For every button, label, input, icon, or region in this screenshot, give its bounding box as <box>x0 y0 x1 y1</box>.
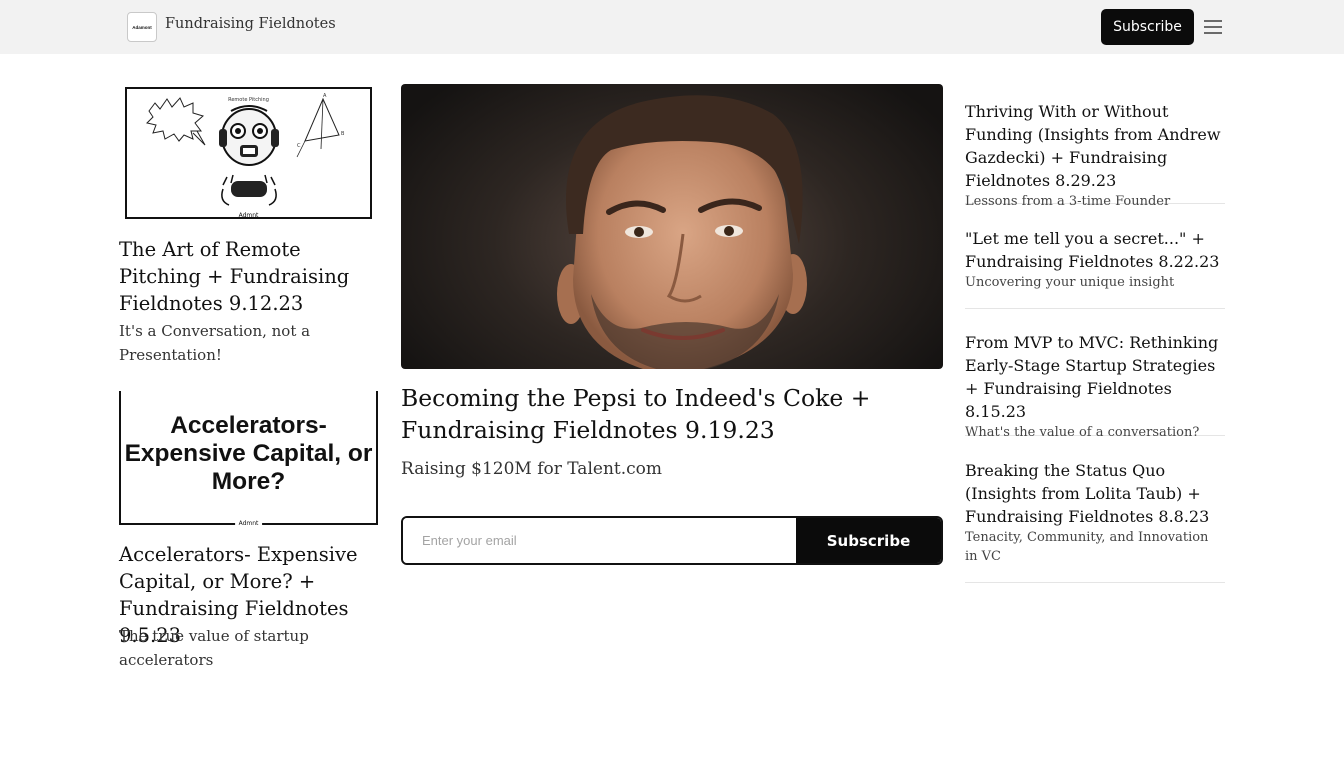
sidebar-post-title[interactable]: Thriving With or Without Funding (Insigh… <box>965 100 1225 192</box>
thumbnail-text: Accelerators- Expensive Capital, or More… <box>124 412 373 495</box>
form-subscribe-button[interactable]: Subscribe <box>796 518 941 563</box>
publication-logo[interactable]: Adamont <box>127 12 157 42</box>
site-header: Adamont Fundraising Fieldnotes Subscribe <box>0 0 1344 54</box>
publication-name[interactable]: Fundraising Fieldnotes <box>165 16 336 32</box>
sidebar-post[interactable]: Breaking the Status Quo (Insights from L… <box>965 459 1225 583</box>
post-subtitle: It's a Conversation, not a Presentation! <box>119 322 311 364</box>
email-input[interactable] <box>403 518 796 563</box>
subscribe-form: Subscribe <box>401 516 943 565</box>
featured-post-title[interactable]: Becoming the Pepsi to Indeed's Coke + Fu… <box>401 383 941 446</box>
post-subtitle: The true value of startup accelerators <box>119 627 309 669</box>
thumbnail-brand: Admnt <box>234 212 263 217</box>
svg-text:C: C <box>297 143 301 149</box>
sidebar-post[interactable]: From MVP to MVC: Rethinking Early-Stage … <box>965 331 1225 440</box>
thumbnail-brand: Admnt <box>234 520 263 527</box>
robot-illustration: A B C <box>146 93 345 206</box>
sidebar-post-title[interactable]: Breaking the Status Quo (Insights from L… <box>965 459 1225 528</box>
post-thumbnail-remote-pitching[interactable]: Remote Pitching A B C Admnt <box>125 87 372 219</box>
hamburger-menu-icon[interactable] <box>1204 19 1223 35</box>
sidebar-post-subtitle: What's the value of a conversation? <box>965 425 1200 440</box>
post-thumbnail-accelerators[interactable]: Accelerators- Expensive Capital, or More… <box>119 391 378 527</box>
sidebar-post-subtitle: Lessons from a 3-time Founder <box>965 194 1171 209</box>
featured-post-image[interactable] <box>401 84 943 369</box>
svg-text:B: B <box>341 131 345 137</box>
sidebar-post-title[interactable]: "Let me tell you a secret..." + Fundrais… <box>965 227 1225 273</box>
post-title[interactable]: The Art of Remote Pitching + Fundraising… <box>119 236 385 317</box>
sidebar-post[interactable]: Thriving With or Without Funding (Insigh… <box>965 100 1225 209</box>
sidebar-post-title[interactable]: From MVP to MVC: Rethinking Early-Stage … <box>965 331 1225 423</box>
featured-post-subtitle: Raising $120M for Talent.com <box>401 459 663 479</box>
sidebar-post-subtitle: Uncovering your unique insight <box>965 275 1175 290</box>
sidebar-post[interactable]: "Let me tell you a secret..." + Fundrais… <box>965 227 1225 309</box>
svg-text:A: A <box>323 93 327 99</box>
header-subscribe-button[interactable]: Subscribe <box>1101 9 1194 45</box>
sidebar-post-subtitle: Tenacity, Community, and Innovation in V… <box>965 530 1209 564</box>
portrait-photo <box>557 95 807 369</box>
